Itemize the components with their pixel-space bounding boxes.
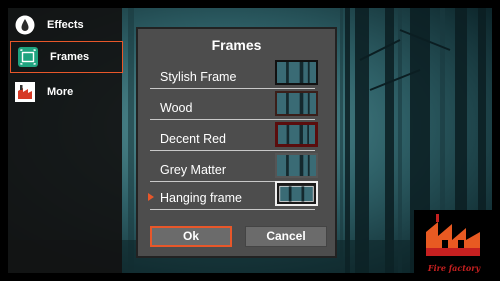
divider xyxy=(150,209,315,210)
factory-icon xyxy=(15,82,35,102)
sidebar-item-label: More xyxy=(47,86,74,98)
drop-icon xyxy=(15,15,35,35)
fire-factory-logo: Fire factory xyxy=(414,210,494,276)
selected-arrow-icon xyxy=(148,193,154,201)
frame-option-label: Grey Matter xyxy=(160,163,226,177)
frame-thumbnail xyxy=(275,181,318,206)
sidebar-item-frames[interactable]: Frames xyxy=(10,41,123,73)
frame-option-label: Hanging frame xyxy=(160,191,242,205)
frames-dialog: Frames Stylish Frame Wood Decent Red Gre… xyxy=(136,27,337,258)
frame-thumbnail xyxy=(275,91,318,116)
cancel-button[interactable]: Cancel xyxy=(245,226,327,247)
frame-option-label: Stylish Frame xyxy=(160,70,237,84)
dialog-title: Frames xyxy=(211,37,262,53)
ok-button[interactable]: Ok xyxy=(150,226,232,247)
frame-option-label: Decent Red xyxy=(160,132,227,146)
frame-option-decent-red[interactable]: Decent Red xyxy=(150,120,326,151)
sidebar: Effects Frames More xyxy=(8,8,123,273)
sidebar-item-label: Frames xyxy=(50,51,90,63)
sidebar-item-label: Effects xyxy=(47,19,84,31)
sidebar-item-effects[interactable]: Effects xyxy=(8,10,122,40)
frame-option-stylish-frame[interactable]: Stylish Frame xyxy=(150,58,326,89)
frame-option-hanging-frame[interactable]: Hanging frame xyxy=(148,179,326,210)
logo-text: Fire factory xyxy=(427,263,481,273)
frame-option-label: Wood xyxy=(160,101,193,115)
frame-thumbnail xyxy=(275,122,318,147)
frame-option-wood[interactable]: Wood xyxy=(150,89,326,120)
sidebar-item-more[interactable]: More xyxy=(8,77,122,107)
frame-thumbnail xyxy=(275,153,318,178)
factory-logo-icon xyxy=(426,214,480,256)
frame-option-grey-matter[interactable]: Grey Matter xyxy=(150,151,326,182)
frame-icon xyxy=(18,47,38,67)
frame-thumbnail xyxy=(275,60,318,85)
